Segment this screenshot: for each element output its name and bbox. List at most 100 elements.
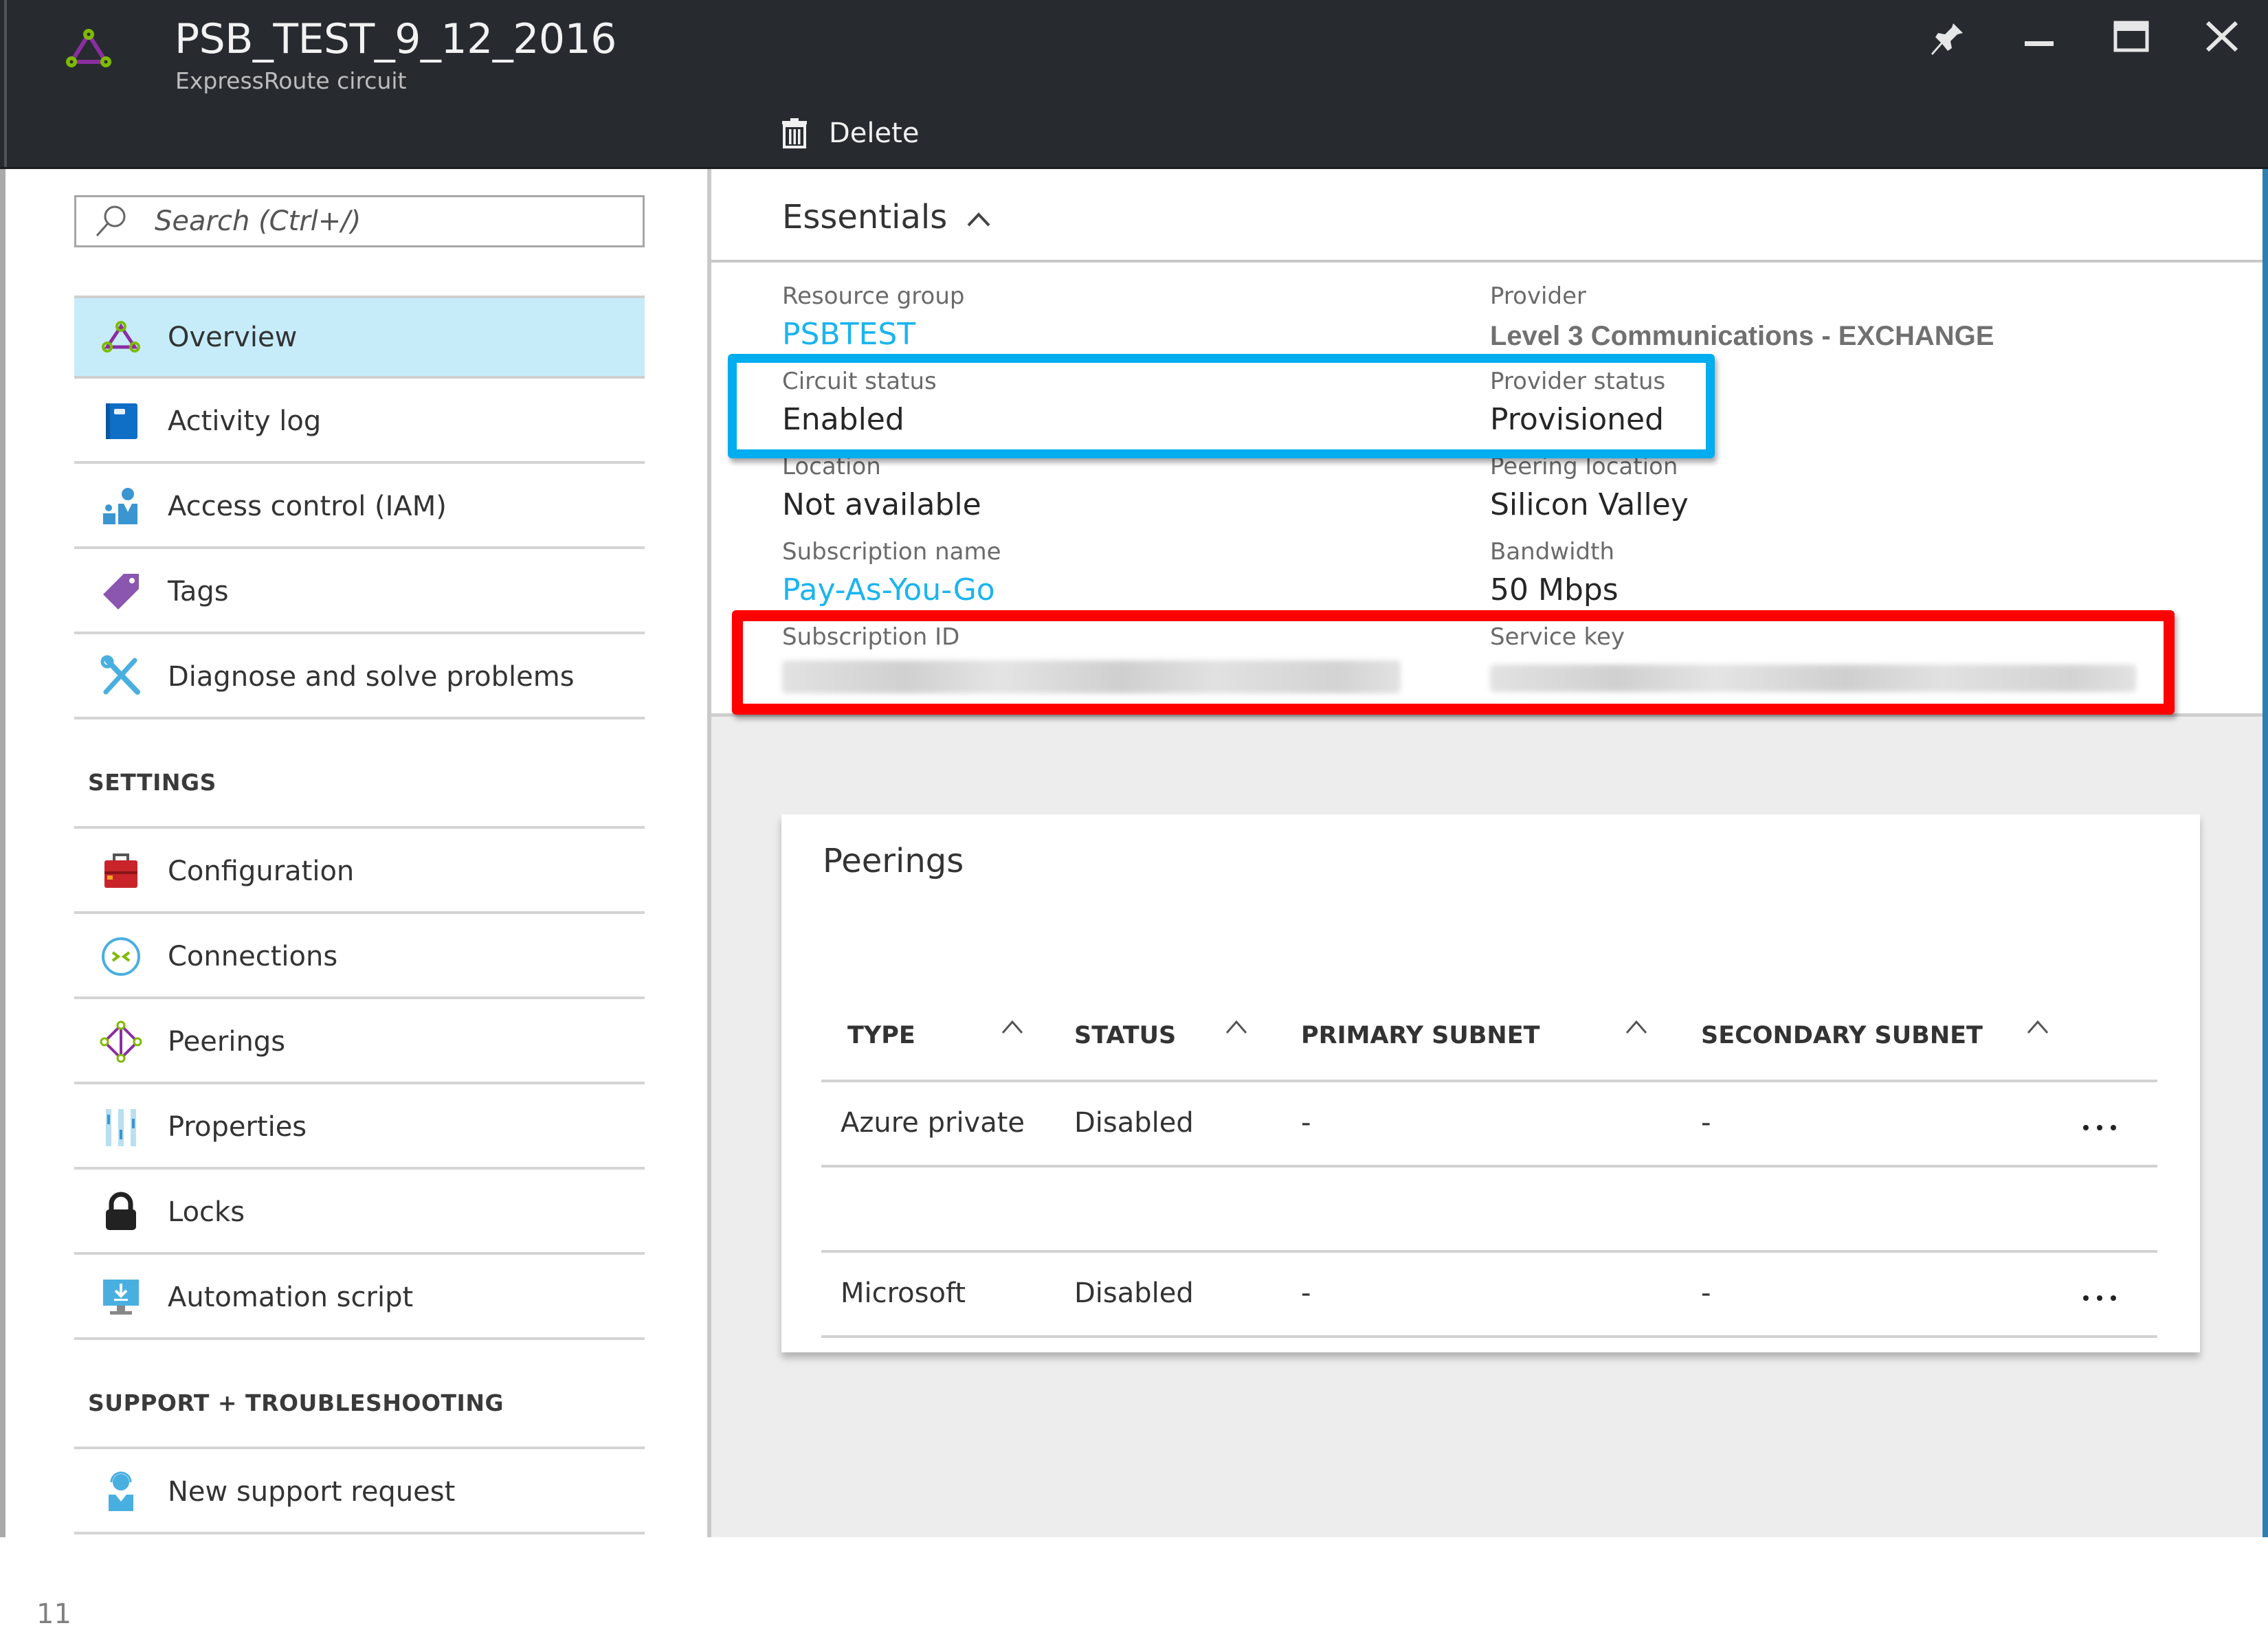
close-icon xyxy=(2205,21,2238,52)
menu-item-locks[interactable]: Locks xyxy=(74,1172,645,1255)
properties-icon xyxy=(106,1108,136,1146)
cell-status: Disabled xyxy=(1074,1107,1194,1139)
essentials-panel: Essentials Resource group PSBTEST Provid… xyxy=(711,169,2263,717)
menu-item-label: Activity log xyxy=(168,405,322,437)
activity-log-icon xyxy=(106,403,137,439)
field-bandwidth: Bandwidth 50 Mbps xyxy=(1490,538,1619,607)
column-header-secondary-subnet[interactable]: SECONDARY SUBNET xyxy=(1701,1022,1983,1049)
cell-type: Azure private xyxy=(841,1107,1025,1139)
lock-icon xyxy=(106,1192,136,1230)
table-row[interactable]: Microsoft Disabled - - xyxy=(821,1253,2157,1338)
table-row-empty xyxy=(821,1168,2157,1253)
minimize-button[interactable] xyxy=(2019,19,2060,60)
more-options-icon[interactable] xyxy=(2080,1280,2119,1308)
menu-item-label: Tags xyxy=(168,575,229,607)
table-row[interactable]: Azure private Disabled - - xyxy=(821,1082,2157,1168)
menu-item-label: Access control (IAM) xyxy=(168,490,447,522)
minimize-icon xyxy=(2025,41,2054,46)
maximize-button[interactable] xyxy=(2111,19,2153,60)
sort-icon[interactable] xyxy=(1623,1015,1650,1040)
scrollbar-edge xyxy=(2263,169,2268,1537)
field-provider: Provider Level 3 Communications - EXCHAN… xyxy=(1490,282,1994,352)
sort-icon[interactable] xyxy=(999,1015,1026,1040)
menu-item-tags[interactable]: Tags xyxy=(74,551,645,634)
more-options-icon[interactable] xyxy=(2080,1110,2119,1137)
field-label: Provider xyxy=(1490,282,1586,310)
column-header-type[interactable]: TYPE xyxy=(847,1022,915,1049)
menu-item-connections[interactable]: Connections xyxy=(74,916,645,999)
overview-content: Essentials Resource group PSBTEST Provid… xyxy=(711,169,2268,1537)
sort-icon[interactable] xyxy=(1223,1015,1250,1040)
subscription-link[interactable]: Pay-As-You-Go xyxy=(782,572,1001,607)
cell-status: Disabled xyxy=(1074,1277,1194,1309)
field-value: Silicon Valley xyxy=(1490,487,1689,522)
maximize-icon xyxy=(2113,21,2149,52)
menu-item-label: Peerings xyxy=(168,1025,286,1058)
search-input[interactable] xyxy=(153,205,637,238)
peerings-card: Peerings TYPE STATUS PRIMARY SUBNET SECO… xyxy=(781,814,2200,1352)
connections-icon xyxy=(102,937,140,976)
menu-item-access-control[interactable]: Access control (IAM) xyxy=(74,466,645,549)
pin-icon xyxy=(1931,23,1963,55)
cell-secondary-subnet: - xyxy=(1701,1107,1711,1139)
menu-item-label: Properties xyxy=(168,1110,307,1143)
menu-item-label: Locks xyxy=(168,1196,245,1228)
field-label: Subscription name xyxy=(782,538,1001,566)
field-location: Location Not available xyxy=(782,453,981,522)
menu-item-automation-script[interactable]: Automation script xyxy=(74,1257,645,1340)
menu-list: Overview Activity log Access control (IA… xyxy=(74,295,645,1534)
close-button[interactable] xyxy=(2202,19,2243,60)
menu-item-label: Diagnose and solve problems xyxy=(168,660,575,693)
delete-label: Delete xyxy=(829,118,920,149)
menu-item-label: Automation script xyxy=(168,1281,414,1313)
blade-subtitle: ExpressRoute circuit xyxy=(175,67,407,94)
column-header-status[interactable]: STATUS xyxy=(1074,1022,1176,1049)
window-edge xyxy=(4,0,7,167)
menu-item-label: Overview xyxy=(168,321,298,353)
peerings-title: Peerings xyxy=(823,842,964,880)
peerings-icon xyxy=(100,1020,142,1062)
table-header: TYPE STATUS PRIMARY SUBNET SECONDARY SUB… xyxy=(821,987,2157,1082)
chevron-up-icon[interactable] xyxy=(964,205,993,234)
section-settings: SETTINGS xyxy=(74,719,645,829)
field-resource-group: Resource group PSBTEST xyxy=(782,282,964,352)
search-box[interactable] xyxy=(74,195,645,247)
cell-primary-subnet: - xyxy=(1301,1277,1311,1309)
menu-item-activity-log[interactable]: Activity log xyxy=(74,381,645,464)
cell-secondary-subnet: - xyxy=(1701,1277,1711,1309)
field-peering-location: Peering location Silicon Valley xyxy=(1490,453,1689,522)
delete-button[interactable]: Delete xyxy=(779,113,919,154)
sort-icon[interactable] xyxy=(2024,1015,2052,1040)
menu-item-configuration[interactable]: Configuration xyxy=(74,831,645,914)
column-header-primary-subnet[interactable]: PRIMARY SUBNET xyxy=(1301,1022,1540,1049)
field-label: Bandwidth xyxy=(1490,538,1615,566)
status-highlight-box xyxy=(728,354,1715,458)
trash-icon xyxy=(782,118,807,148)
menu-item-properties[interactable]: Properties xyxy=(74,1086,645,1170)
wrench-icon xyxy=(100,655,140,695)
menu-item-peerings[interactable]: Peerings xyxy=(74,1001,645,1084)
automation-icon xyxy=(103,1279,139,1315)
cell-primary-subnet: - xyxy=(1301,1107,1311,1139)
resource-group-link[interactable]: PSBTEST xyxy=(782,317,964,352)
expressroute-icon xyxy=(102,320,140,353)
menu-item-overview[interactable]: Overview xyxy=(74,295,645,379)
field-subscription-name: Subscription name Pay-As-You-Go xyxy=(782,538,1001,607)
menu-item-label: Configuration xyxy=(168,855,355,887)
menu-item-diagnose[interactable]: Diagnose and solve problems xyxy=(74,636,645,719)
cell-type: Microsoft xyxy=(841,1277,966,1309)
field-value: Level 3 Communications - EXCHANGE xyxy=(1490,321,1994,351)
resource-menu: Overview Activity log Access control (IA… xyxy=(0,169,711,1630)
page-number: 11 xyxy=(36,1598,71,1630)
field-value: 50 Mbps xyxy=(1490,572,1619,607)
essentials-header[interactable]: Essentials xyxy=(711,169,2263,263)
search-icon xyxy=(96,205,126,236)
toolbox-icon xyxy=(104,853,137,888)
pin-button[interactable] xyxy=(1926,19,1967,60)
tag-icon xyxy=(103,573,139,610)
expressroute-circuit-icon xyxy=(66,29,111,67)
secret-highlight-box xyxy=(732,610,2175,715)
menu-item-new-support-request[interactable]: New support request xyxy=(74,1451,645,1534)
menu-item-label: New support request xyxy=(168,1475,456,1508)
blade-header: PSB_TEST_9_12_2016 ExpressRoute circuit … xyxy=(0,0,2268,169)
